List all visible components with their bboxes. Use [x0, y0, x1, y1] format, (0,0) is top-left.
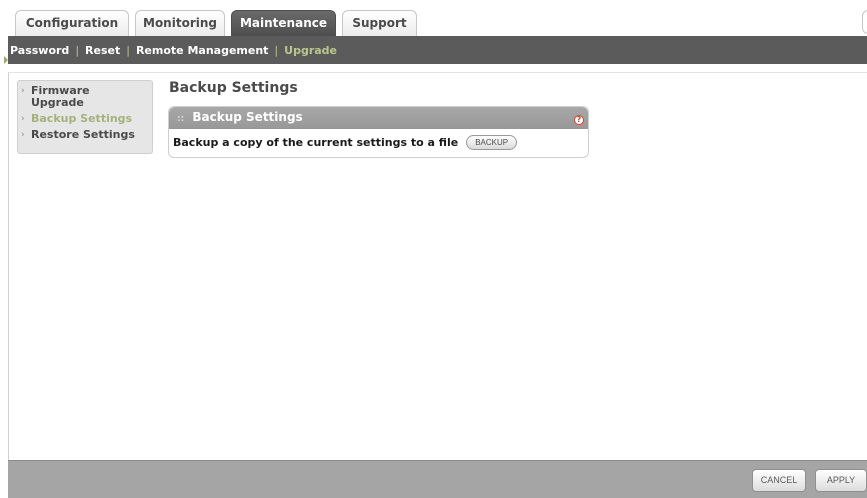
help-icon[interactable]: ? [574, 115, 584, 125]
separator: | [126, 43, 130, 57]
arrow-icon: › [21, 114, 25, 124]
backup-settings-panel: :: Backup Settings ? Backup a copy of th… [168, 106, 589, 158]
arrow-icon: › [21, 86, 25, 96]
subnav-upgrade[interactable]: Upgrade [284, 44, 337, 57]
separator: | [274, 43, 279, 57]
tab-edge [862, 10, 867, 34]
menu-item-restore-settings[interactable]: › Restore Settings [21, 129, 152, 141]
tab-monitoring[interactable]: Monitoring [135, 10, 225, 36]
tab-maintenance[interactable]: Maintenance [231, 10, 336, 36]
top-tab-bar: Configuration Monitoring Maintenance Sup… [0, 0, 867, 36]
subnav-password[interactable]: Password [10, 44, 69, 57]
arrow-icon: › [21, 130, 25, 140]
panel-body: Backup a copy of the current settings to… [173, 135, 518, 150]
sub-navigation: Password | Reset | Remote Management | U… [8, 36, 867, 64]
backup-description: Backup a copy of the current settings to… [173, 136, 459, 149]
subnav-remote-management[interactable]: Remote Management [136, 44, 268, 57]
tab-configuration[interactable]: Configuration [15, 10, 129, 36]
menu-item-label: Backup Settings [31, 112, 133, 125]
cancel-button[interactable]: CANCEL [752, 469, 806, 492]
backup-button[interactable]: BACKUP [466, 135, 518, 150]
left-menu: › Firmware Upgrade › Backup Settings › R… [17, 80, 153, 154]
apply-button[interactable]: APPLY [815, 469, 867, 492]
menu-item-label: Restore Settings [31, 128, 135, 141]
panel-header: :: Backup Settings ? [169, 107, 588, 129]
subnav-reset[interactable]: Reset [85, 44, 120, 57]
grip-icon: :: [177, 114, 185, 124]
subnav-marker [0, 36, 8, 64]
separator: | [75, 43, 80, 57]
bottom-action-bar: CANCEL APPLY [8, 460, 867, 498]
menu-item-firmware-upgrade[interactable]: › Firmware Upgrade [21, 85, 152, 109]
menu-item-label: Firmware Upgrade [31, 84, 90, 109]
panel-title: Backup Settings [192, 110, 303, 124]
menu-item-backup-settings[interactable]: › Backup Settings [21, 113, 152, 125]
tab-support[interactable]: Support [342, 10, 417, 36]
page-title: Backup Settings [169, 80, 298, 96]
